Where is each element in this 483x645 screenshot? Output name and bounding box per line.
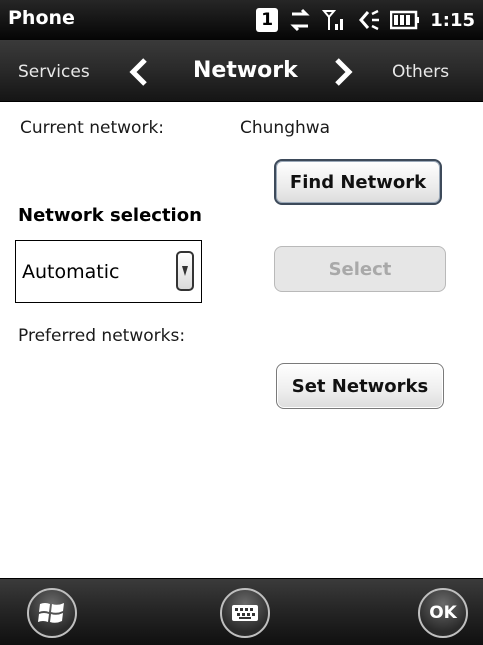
signal-icon bbox=[322, 10, 344, 30]
network-selection-heading: Network selection bbox=[18, 205, 202, 226]
ok-button[interactable]: OK bbox=[418, 588, 468, 638]
start-button[interactable] bbox=[27, 588, 77, 638]
softkey-bar: OK bbox=[0, 578, 483, 645]
data-transfer-icon bbox=[290, 8, 310, 32]
find-network-button[interactable]: Find Network bbox=[274, 159, 442, 205]
status-icons: 1 1:15 bbox=[256, 5, 475, 35]
chevron-right-icon[interactable] bbox=[330, 57, 356, 87]
current-network-label: Current network: bbox=[20, 118, 165, 138]
select-button[interactable]: Select bbox=[274, 246, 446, 292]
chevron-left-icon[interactable] bbox=[126, 57, 152, 87]
preferred-networks-label: Preferred networks: bbox=[18, 326, 186, 346]
current-network-value: Chunghwa bbox=[240, 118, 331, 138]
status-bar: Phone 1 1:15 bbox=[0, 0, 483, 40]
tab-network[interactable]: Network bbox=[193, 58, 298, 83]
clock: 1:15 bbox=[430, 9, 475, 31]
battery-icon bbox=[390, 10, 420, 30]
tab-services[interactable]: Services bbox=[18, 62, 90, 82]
network-selection-value: Automatic bbox=[22, 261, 120, 283]
tab-others[interactable]: Others bbox=[392, 62, 449, 82]
chevron-down-icon bbox=[182, 266, 188, 276]
volume-icon bbox=[359, 9, 380, 31]
windows-start-icon bbox=[38, 603, 64, 623]
sim-icon: 1 bbox=[256, 8, 279, 32]
network-selection-dropdown[interactable]: Automatic bbox=[15, 240, 202, 303]
tab-bar: Services Network Others bbox=[0, 40, 483, 102]
app-title: Phone bbox=[8, 7, 75, 29]
keyboard-icon bbox=[232, 605, 258, 621]
keyboard-button[interactable] bbox=[220, 588, 270, 638]
dropdown-arrow-icon[interactable] bbox=[176, 251, 194, 291]
ok-label: OK bbox=[429, 603, 457, 623]
set-networks-button[interactable]: Set Networks bbox=[276, 363, 444, 409]
network-settings-panel: Current network: Chunghwa Find Network N… bbox=[0, 103, 483, 577]
